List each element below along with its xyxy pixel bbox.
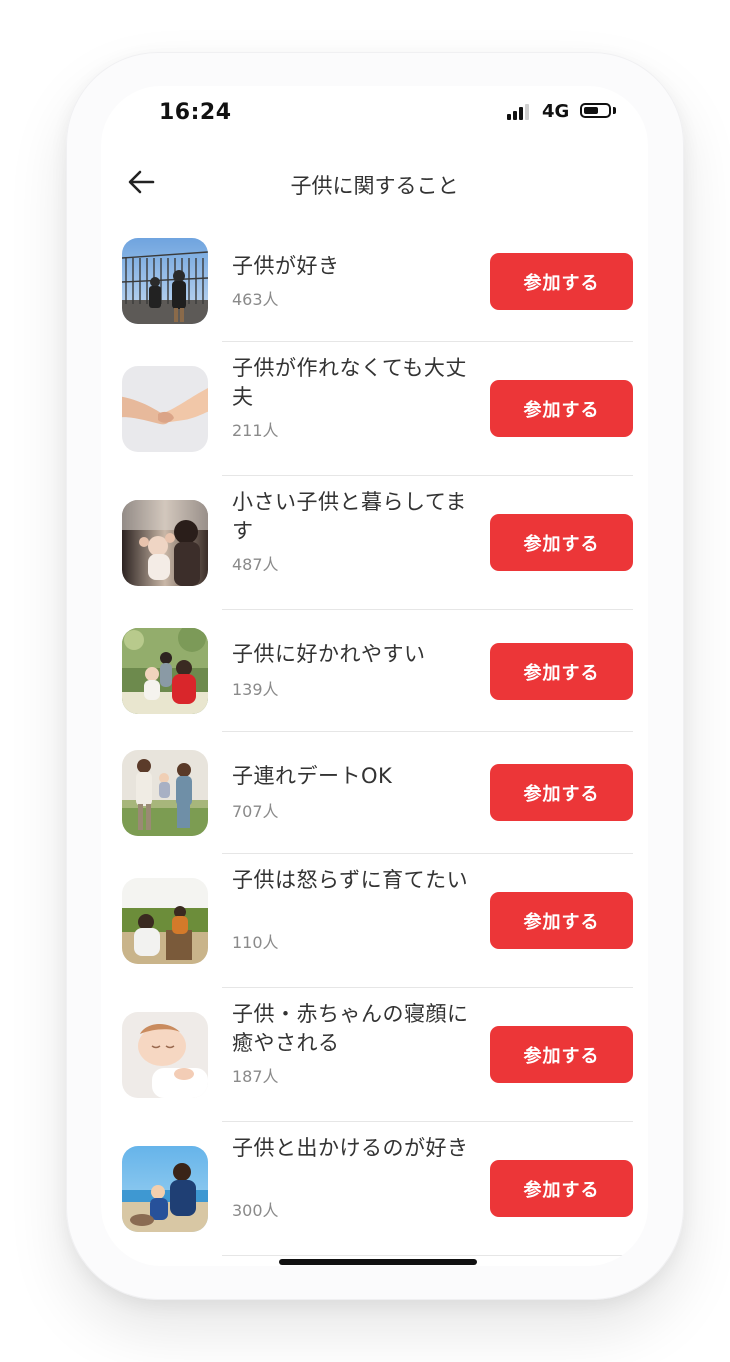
member-count: 211人	[232, 421, 279, 440]
network-type: 4G	[542, 101, 570, 122]
adults-with-toddler-photo	[122, 628, 208, 714]
battery-tip	[613, 107, 616, 114]
group-row[interactable]: 子供は怒らずに育てたい 110人 参加する	[101, 854, 648, 988]
group-title: 子供が好き	[232, 254, 340, 278]
join-button[interactable]: 参加する	[490, 764, 633, 821]
group-title: 小さい子供と暮らしてます	[232, 490, 467, 543]
page-title: 子供に関すること	[290, 174, 459, 198]
cellular-signal-icon	[507, 104, 533, 120]
join-button[interactable]: 参加する	[490, 380, 633, 437]
battery-icon	[580, 103, 611, 118]
group-title: 子供が作れなくても大丈夫	[232, 356, 467, 409]
group-title: 子連れデートOK	[232, 764, 393, 788]
stage: 16:24 4G 子供に関すること 子供が好き 463人 参加する 子供が作れなくても…	[0, 0, 730, 1362]
group-title: 子供と出かけるのが好き	[232, 1136, 469, 1160]
join-button[interactable]: 参加する	[490, 514, 633, 571]
member-count: 110人	[232, 933, 279, 952]
father-with-child-photo	[122, 878, 208, 964]
member-count: 300人	[232, 1201, 279, 1220]
row-divider	[222, 1255, 633, 1256]
member-count: 487人	[232, 555, 279, 574]
group-row[interactable]: 子供が好き 463人 参加する	[101, 236, 648, 342]
group-row[interactable]: 子供と出かけるのが好き 300人 参加する	[101, 1122, 648, 1256]
member-count: 187人	[232, 1067, 279, 1086]
battery-level-fill	[584, 107, 598, 114]
home-indicator[interactable]	[279, 1259, 477, 1265]
join-button[interactable]: 参加する	[490, 892, 633, 949]
join-button[interactable]: 参加する	[490, 643, 633, 700]
navigation-bar: 子供に関すること	[101, 156, 648, 208]
member-count: 707人	[232, 802, 279, 821]
sleeping-baby-photo	[122, 1012, 208, 1098]
parent-and-baby-photo	[122, 500, 208, 586]
group-title: 子供は怒らずに育てたい	[232, 868, 469, 892]
family-in-field-photo	[122, 750, 208, 836]
join-button[interactable]: 参加する	[490, 1160, 633, 1217]
mother-and-child-at-beach-photo	[122, 1146, 208, 1232]
join-button[interactable]: 参加する	[490, 1026, 633, 1083]
two-children-at-railing-photo	[122, 238, 208, 324]
holding-hands-photo	[122, 366, 208, 452]
status-time: 16:24	[159, 100, 232, 125]
group-row[interactable]: 子供・赤ちゃんの寝顔に癒やされる 187人 参加する	[101, 988, 648, 1122]
app-screen: 16:24 4G 子供に関すること 子供が好き 463人 参加する 子供が作れなくても…	[101, 86, 648, 1266]
group-row[interactable]: 子供に好かれやすい 139人 参加する	[101, 610, 648, 732]
group-title: 子供・赤ちゃんの寝顔に癒やされる	[232, 1002, 469, 1055]
group-row[interactable]: 子連れデートOK 707人 参加する	[101, 732, 648, 854]
join-button[interactable]: 参加する	[490, 253, 633, 310]
group-row[interactable]: 小さい子供と暮らしてます 487人 参加する	[101, 476, 648, 610]
member-count: 463人	[232, 290, 279, 309]
group-title: 子供に好かれやすい	[232, 642, 426, 666]
status-bar: 16:24 4G	[101, 86, 648, 138]
member-count: 139人	[232, 680, 279, 699]
group-row[interactable]: 子供が作れなくても大丈夫 211人 参加する	[101, 342, 648, 476]
